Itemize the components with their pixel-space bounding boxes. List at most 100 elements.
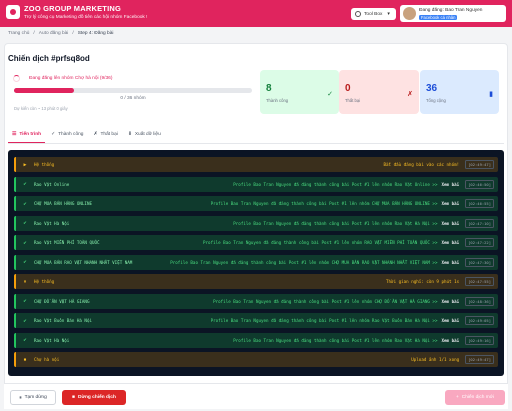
breadcrumb-separator: / xyxy=(72,31,74,36)
stat-fail-value: 0 xyxy=(345,83,351,94)
check-icon: ✔ xyxy=(23,239,27,246)
page-title: Chiến dịch #prfsq8od xyxy=(8,54,90,63)
tab-label: Xuất dữ liệu xyxy=(134,132,161,137)
log-row: ▶ Hệ thống Bắt đầu đăng bài vào các nhóm! [… xyxy=(14,157,498,172)
log-row: ✔ Rao Vặt Hà Nội Profile Bao Tran Nguyen đ… xyxy=(14,215,498,231)
new-label: Chiến dịch mới xyxy=(461,395,495,400)
log-message: Profile Bao Tran Nguyen đã đăng thành cô… xyxy=(210,318,438,323)
check-icon: ✓ xyxy=(51,132,56,137)
view-post-link[interactable]: Xem bài xyxy=(441,260,459,265)
tab-progress[interactable]: ☰ Tiến trình xyxy=(8,128,46,143)
log-group-name: Rao Vặt Online xyxy=(34,181,70,187)
log-timestamp: [02:49:05] xyxy=(465,316,494,325)
log-timestamp: [02:49:47] xyxy=(465,160,494,169)
log-timestamp: [02:47:55] xyxy=(465,277,494,286)
tab-bar: ☰ Tiến trình ✓ Thành công ✗ Thất bại ⬇ X… xyxy=(8,128,504,144)
spinner-icon xyxy=(13,75,20,82)
tab-label: Thất bại xyxy=(100,132,118,137)
log-timestamp: [02:46:50] xyxy=(465,179,494,189)
log-row: ✔ CHỢ ĐỒ ĂN VẶT HÀ GIANG Profile Bao Tran … xyxy=(14,293,498,309)
tab-success[interactable]: ✓ Thành công xyxy=(47,128,87,143)
log-group-name: Rao Vặt MIỀN PHÍ TOÀN QUỐC xyxy=(34,240,100,245)
log-timestamp: [02:49:47] xyxy=(465,355,494,364)
progress-bar-fill xyxy=(14,88,74,93)
progress-count: 0 / 36 nhóm xyxy=(120,96,146,101)
log-group-name: Rao Vặt Buôn Bán Hà Nội xyxy=(34,318,92,323)
stop-icon: ■ xyxy=(72,395,76,400)
view-post-link[interactable]: Xem bài xyxy=(441,221,459,226)
breadcrumb-auto-post[interactable]: Auto đăng bài xyxy=(39,31,69,36)
view-post-link[interactable]: Xem bài xyxy=(441,299,459,304)
log-group-name: Rao Vặt Hà Nội xyxy=(34,220,70,226)
view-post-link[interactable]: Xem bài xyxy=(441,182,459,187)
breadcrumb-home[interactable]: Trang chủ xyxy=(8,31,29,36)
check-icon: ✔ xyxy=(23,200,27,207)
pause-icon: ⏸ xyxy=(19,395,22,401)
log-group-name: CHỢ MUA BÁN RAO VẶT NHANH NHẤT VIỆT NAM xyxy=(34,259,133,265)
log-timestamp: [02:48:36] xyxy=(465,296,494,306)
log-group-name: Rao Vặt Hà Nội xyxy=(34,337,70,343)
plus-icon: + xyxy=(455,395,459,400)
progress-bar xyxy=(14,88,252,93)
stop-campaign-button[interactable]: ■ Dừng chiến dịch xyxy=(62,390,126,405)
log-timestamp: [02:46:55] xyxy=(465,199,494,208)
log-message: Profile Bao Tran Nguyen đã đăng thành cô… xyxy=(233,337,438,343)
pause-button[interactable]: ⏸ Tạm dừng xyxy=(10,390,56,405)
log-group-name: CHỢ ĐỒ ĂN VẶT HÀ GIANG xyxy=(34,298,90,304)
view-post-link[interactable]: Xem bài xyxy=(441,338,459,343)
log-group-name: Hệ thống xyxy=(34,162,55,167)
breadcrumb-current: Step 4: Đăng bài xyxy=(77,31,114,36)
log-group-name: CHỢ MUA BÁN HÀNG ONLINE xyxy=(34,201,92,206)
log-row: ✔ CHỢ MUA BÁN RAO VẶT NHANH NHẤT VIỆT NAM… xyxy=(14,254,498,270)
breadcrumb: Trang chủ / Auto đăng bài / Step 4: Đăng… xyxy=(8,31,113,36)
chart-icon: ▮ xyxy=(489,91,493,98)
tab-export[interactable]: ⬇ Xuất dữ liệu xyxy=(124,128,165,143)
view-post-link[interactable]: Xem bài xyxy=(441,240,459,245)
user-name: Đang đăng: Bao Tran Nguyen xyxy=(419,8,483,13)
log-row: ✔ CHỢ MUA BÁN HÀNG ONLINE Profile Bao Tran… xyxy=(14,196,498,211)
log-timestamp: [02:47:30] xyxy=(465,257,494,267)
stop-label: Dừng chiến dịch xyxy=(78,395,116,400)
check-icon: ✔ xyxy=(23,317,27,324)
stat-success-label: Thành công xyxy=(266,98,289,103)
download-icon: ⬇ xyxy=(127,132,132,137)
stat-total-label: Tổng cộng xyxy=(426,98,446,103)
x-icon: ✗ xyxy=(93,132,98,137)
view-post-link[interactable]: Xem bài xyxy=(441,201,459,206)
eta-text: Dự kiến còn ~ 13 phút 0 giây xyxy=(14,106,68,111)
check-icon: ✔ xyxy=(23,298,27,304)
log-console[interactable]: ▶ Hệ thống Bắt đầu đăng bài vào các nhóm! [… xyxy=(8,150,504,376)
log-message: Profile Bao Tran Nguyen đã đăng thành cô… xyxy=(210,201,438,206)
stat-success-card: 8 Thành công ✓ xyxy=(260,70,339,114)
log-timestamp: [02:47:22] xyxy=(465,238,494,247)
pause-label: Tạm dừng xyxy=(24,395,47,400)
stat-success-value: 8 xyxy=(266,83,272,94)
x-icon: ✗ xyxy=(407,91,413,98)
check-icon: ✓ xyxy=(327,91,333,98)
tab-failed[interactable]: ✗ Thất bại xyxy=(89,128,121,143)
tab-label: Thành công xyxy=(58,132,84,137)
log-message: Profile Bao Tran Nguyen đã đăng thành cô… xyxy=(233,220,438,226)
user-profile[interactable]: Đang đăng: Bao Tran Nguyen Facebook cá n… xyxy=(400,5,506,22)
log-timestamp: [02:47:10] xyxy=(465,218,494,228)
toolbox-button[interactable]: Tool Box ▾ xyxy=(351,8,396,20)
log-row: ✔ Rao Vặt Hà Nội Profile Bao Tran Nguyen đ… xyxy=(14,332,498,348)
logo-icon xyxy=(6,5,20,19)
tab-label: Tiến trình xyxy=(19,132,42,137)
stat-total-card: 36 Tổng cộng ▮ xyxy=(420,70,499,114)
toolbox-icon xyxy=(355,11,361,17)
view-post-link[interactable]: Xem bài xyxy=(441,318,459,323)
breadcrumb-separator: / xyxy=(33,31,35,36)
log-message: Profile Bao Tran Nguyen đã đăng thành cô… xyxy=(203,240,438,245)
brand-subtitle: Trợ lý công cụ Marketing đồ tiên các hội… xyxy=(24,15,148,20)
system-icon: ⏸ xyxy=(23,278,27,285)
log-row: ⏹ Chợ hà nội Upload ảnh 1/1 xong [02:49:47] xyxy=(14,352,498,367)
progress-label: Đang đăng lên nhóm Chợ hà nội (9/36) xyxy=(29,76,113,81)
log-message: Upload ảnh 1/1 xong xyxy=(411,357,460,362)
toolbox-label: Tool Box xyxy=(364,11,383,17)
system-icon: ⏹ xyxy=(23,356,27,363)
log-group-name: Hệ thống xyxy=(34,279,55,284)
log-message: Profile Bao Tran Nguyen đã đăng thành cô… xyxy=(170,259,438,265)
check-icon: ✔ xyxy=(23,181,27,187)
new-campaign-button[interactable]: + Chiến dịch mới xyxy=(445,390,505,405)
